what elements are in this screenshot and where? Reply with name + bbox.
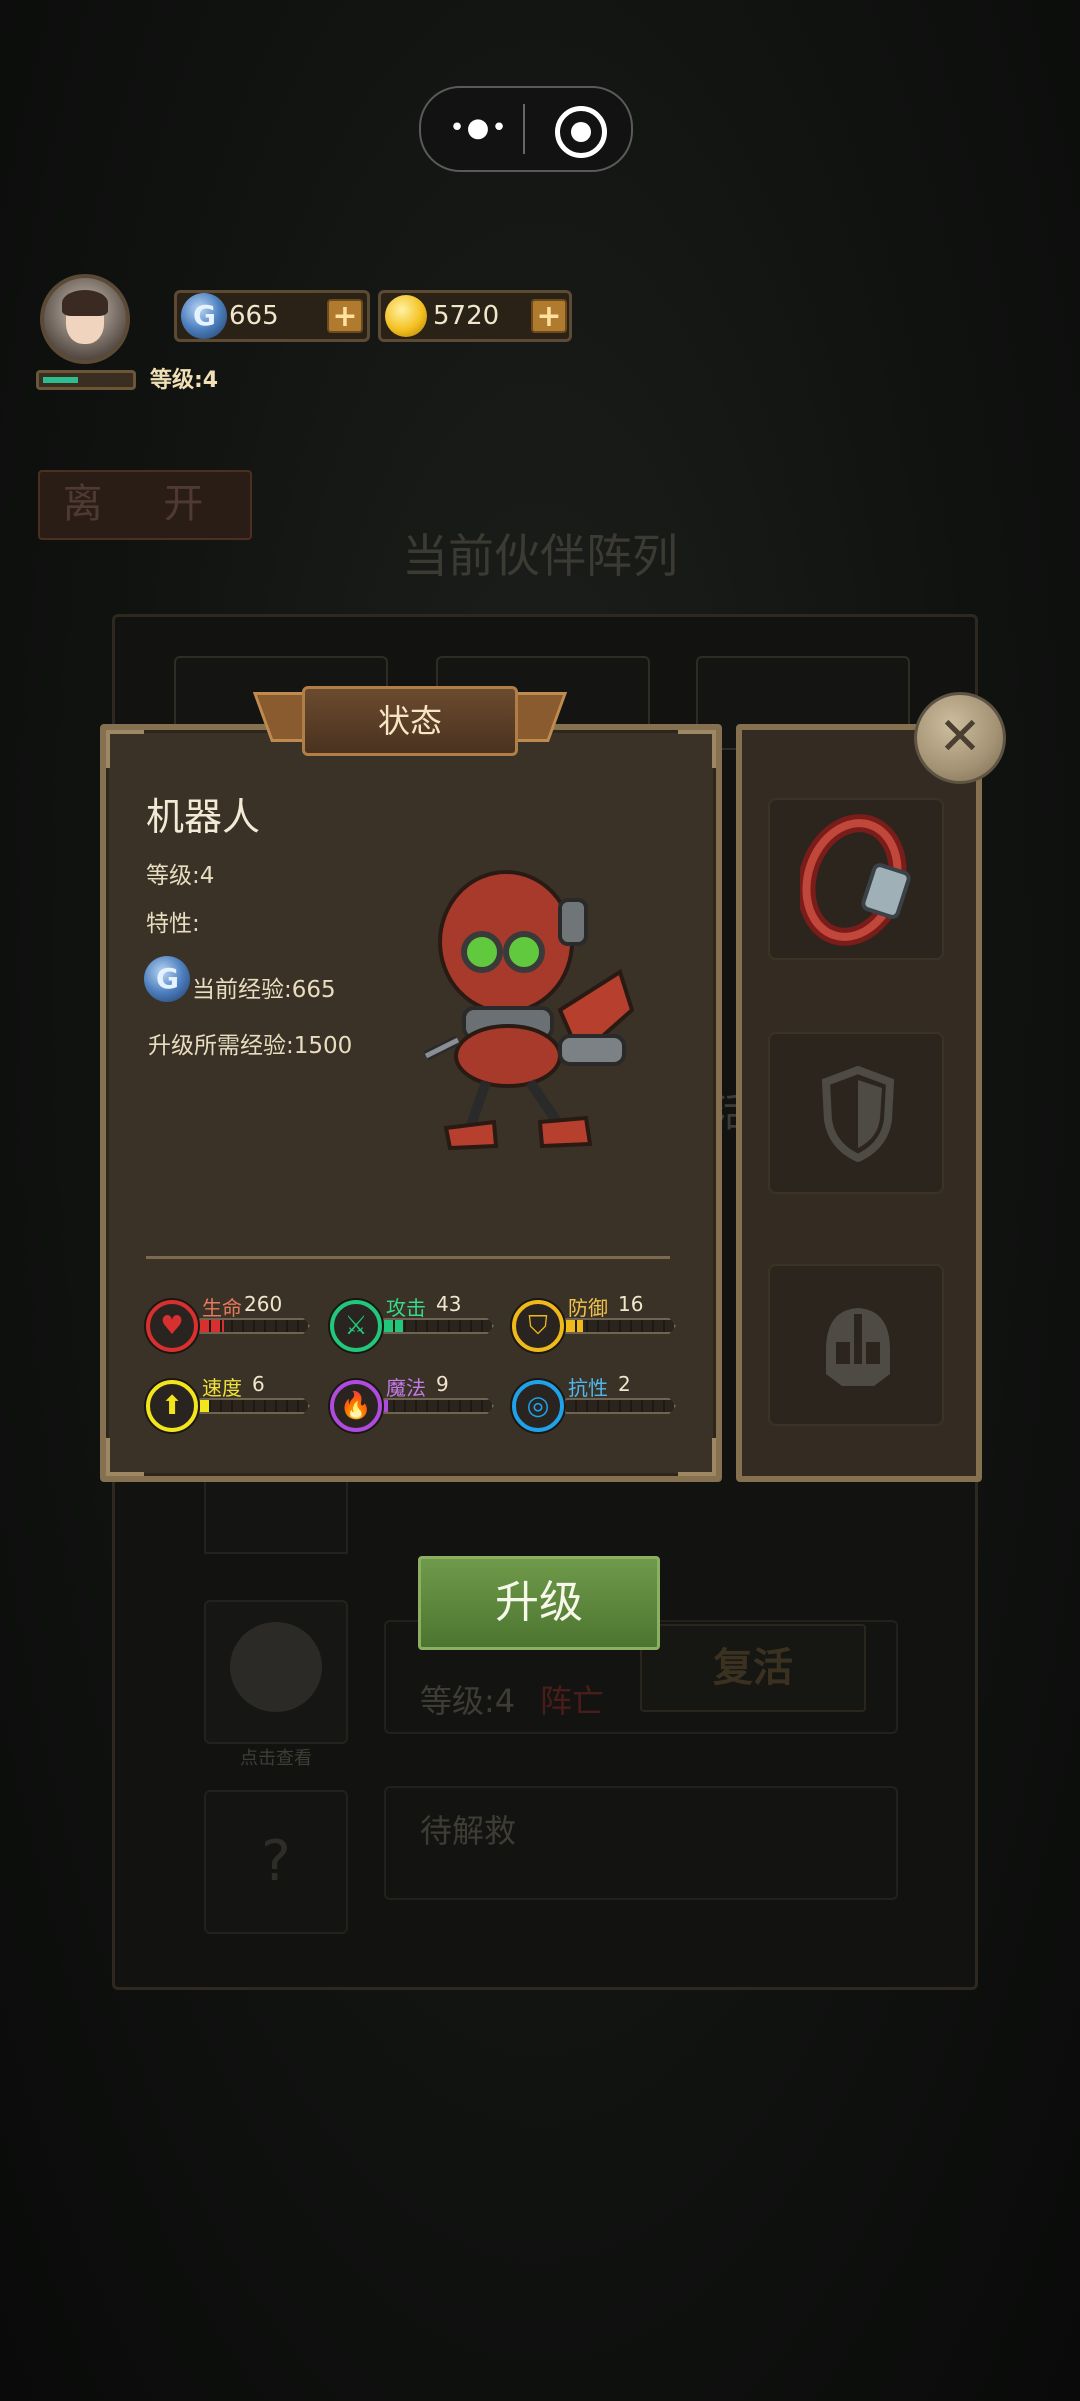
revive-button[interactable]: 复活 (640, 1624, 866, 1712)
equipment-slot-accessory[interactable] (768, 798, 944, 960)
stat-bar-ticks (566, 1320, 674, 1332)
locked-partner-slot[interactable]: ? (204, 1790, 348, 1934)
exp-gem-icon (144, 956, 190, 1002)
fallen-partner-level: 等级:4 (420, 1682, 516, 1720)
heart-icon: ♥ (146, 1300, 198, 1352)
stat-bar-ticks (200, 1320, 308, 1332)
gold-coin-icon (385, 295, 427, 337)
character-name: 机器人 (146, 795, 261, 839)
partner-slot[interactable] (204, 1480, 348, 1554)
stat-item: ⛉ 防御 16 (512, 1292, 692, 1358)
panel-corner (106, 1438, 144, 1476)
stat-label: 攻击 (386, 1296, 426, 1320)
helmet-icon (826, 1308, 890, 1386)
flame-icon: 🔥 (330, 1380, 382, 1432)
equipment-slot-helmet[interactable] (768, 1264, 944, 1426)
required-exp: 升级所需经验:1500 (148, 1033, 353, 1059)
stat-value: 6 (252, 1372, 265, 1396)
view-hint: 点击查看 (240, 1748, 312, 1769)
shield-icon: ⛉ (512, 1300, 564, 1352)
stat-label: 速度 (202, 1376, 242, 1400)
player-xp-bar (36, 370, 136, 390)
status-banner: 状态 (252, 682, 568, 760)
stat-item: ⚔ 攻击 43 (330, 1292, 510, 1358)
stat-bar-ticks (384, 1400, 492, 1412)
current-exp: 当前经验:665 (192, 977, 336, 1003)
gold-counter: 5720 + (378, 290, 572, 342)
player-level: 等级:4 (150, 368, 219, 393)
stat-label: 防御 (568, 1296, 608, 1320)
stat-item: 🔥 魔法 9 (330, 1372, 510, 1438)
character-traits: 特性: (146, 911, 200, 937)
stat-bar-ticks (384, 1320, 492, 1332)
stats-divider (146, 1256, 670, 1259)
robot-character-portrait (423, 870, 635, 1151)
stat-label: 魔法 (386, 1376, 426, 1400)
pending-label: 待解救 (420, 1812, 517, 1850)
fallen-partner-card[interactable] (204, 1600, 348, 1744)
stat-value: 16 (618, 1292, 644, 1316)
stat-value: 9 (436, 1372, 449, 1396)
gem-icon (181, 293, 227, 339)
formation-title: 当前伙伴阵列 (402, 529, 678, 583)
avatar-hair (62, 290, 108, 316)
banner-title: 状态 (377, 702, 442, 740)
character-level: 等级:4 (146, 863, 215, 889)
gem-count: 665 (229, 301, 279, 331)
gold-count: 5720 (433, 301, 500, 331)
player-avatar[interactable] (40, 274, 130, 364)
stat-bar-ticks (200, 1400, 308, 1412)
stat-item: ◎ 抗性 2 (512, 1372, 692, 1438)
panel-corner (106, 730, 144, 768)
mini-program-capsule: •●• (419, 86, 633, 172)
stat-bar-ticks (566, 1400, 674, 1412)
stat-label: 生命 (202, 1296, 242, 1320)
stat-value: 2 (618, 1372, 631, 1396)
upgrade-button[interactable]: 升级 (418, 1556, 660, 1650)
more-dots-icon[interactable]: •●• (449, 115, 509, 141)
bracelet-icon (800, 814, 911, 946)
equipment-slot-armor[interactable] (768, 1032, 944, 1194)
fallen-partner-portrait (230, 1622, 322, 1712)
add-gold-button[interactable]: + (531, 299, 567, 333)
shield-icon (822, 1066, 894, 1162)
stat-value: 43 (436, 1292, 462, 1316)
fallen-status: 阵亡 (540, 1682, 605, 1720)
stat-value: 260 (244, 1292, 283, 1316)
ring-icon: ◎ (512, 1380, 564, 1432)
panel-corner (678, 1438, 716, 1476)
capsule-divider (523, 104, 525, 154)
panel-corner (678, 730, 716, 768)
player-xp-fill (43, 377, 79, 383)
gem-counter: 665 + (174, 290, 370, 342)
stat-item: ⬆ 速度 6 (146, 1372, 326, 1438)
target-circle-icon[interactable] (555, 106, 607, 158)
speed-arrow-icon: ⬆ (146, 1380, 198, 1432)
add-gems-button[interactable]: + (327, 299, 363, 333)
stat-item: ♥ 生命 260 (146, 1292, 326, 1358)
stat-label: 抗性 (568, 1376, 608, 1400)
sword-icon: ⚔ (330, 1300, 382, 1352)
close-button[interactable]: ✕ (914, 692, 1006, 784)
